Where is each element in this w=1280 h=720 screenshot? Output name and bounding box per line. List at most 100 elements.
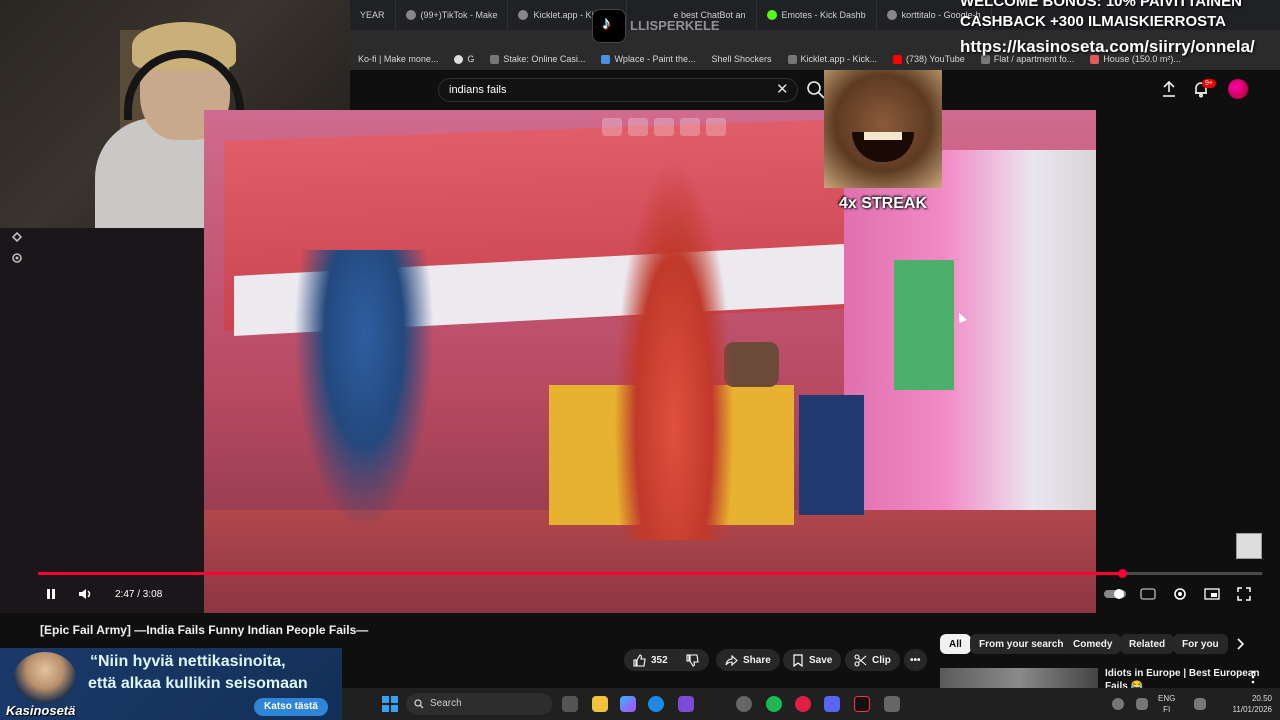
avatar[interactable] (1228, 79, 1248, 99)
bookmark[interactable]: Kicklet.app - Kick... (780, 54, 886, 64)
tab-label: Emotes - Kick Dashb (781, 10, 866, 20)
youtube-icon (893, 54, 903, 64)
share-label: Share (743, 654, 771, 666)
miniplayer-button[interactable] (1204, 585, 1220, 603)
tiktok-icon[interactable] (854, 696, 870, 712)
microphone-icon[interactable] (1112, 698, 1124, 710)
network-icon[interactable] (1194, 698, 1206, 710)
language-code: ENG (1158, 694, 1176, 703)
tiktok-favicon-icon (405, 10, 416, 20)
bookmark-label: Stake: Online Casi... (503, 54, 586, 64)
video-player[interactable] (204, 110, 1096, 613)
copilot-icon[interactable] (620, 696, 636, 712)
browser-tab[interactable]: YEAR (350, 0, 396, 30)
ad-cta-button[interactable]: Katso tästä (254, 698, 328, 716)
opera-icon[interactable] (795, 696, 811, 712)
next-icon[interactable] (654, 118, 674, 136)
laughing-meme-image (824, 70, 942, 188)
chip-comedy[interactable]: Comedy (1064, 634, 1122, 654)
bookmark[interactable]: Stake: Online Casi... (482, 54, 593, 64)
bookmark-label: G (467, 54, 475, 64)
app-icon[interactable] (736, 696, 752, 712)
pause-button[interactable] (44, 585, 58, 603)
promo-line-2: CASHBACK +300 ILMAISKIERROSTA (960, 13, 1227, 30)
taskbar-clock[interactable]: 20.50 11/01/2026 (1222, 693, 1272, 715)
like-button[interactable]: 352 (624, 649, 680, 671)
video-scene-box (799, 395, 864, 515)
progress-fill (38, 572, 1123, 575)
chevron-right-icon (1237, 638, 1244, 650)
recommendation-thumbnail[interactable] (940, 668, 1098, 690)
chip-for-you[interactable]: For you (1173, 634, 1228, 654)
save-label: Save (809, 654, 833, 666)
ad-quote-line-1: “Niin hyviä nettikasinoita, (90, 653, 286, 670)
share-button[interactable]: Share (716, 649, 780, 671)
youtube-header: indians fails ✕ 9+ (350, 70, 1280, 110)
speaker-icon[interactable] (1136, 698, 1148, 710)
bookmark-label: Ko-fi | Make mone... (358, 54, 439, 64)
settings-icon[interactable] (884, 696, 900, 712)
share-icon (725, 654, 738, 666)
taskbar-search[interactable]: Search (406, 693, 552, 715)
meme-teeth (864, 132, 902, 140)
fullscreen-button[interactable] (1237, 585, 1251, 603)
bookmark[interactable]: G (446, 54, 482, 64)
video-scene-panel (894, 260, 954, 390)
kick-favicon-icon (766, 10, 777, 20)
channel-watermark: LLISPERKELE (630, 18, 720, 33)
bookmark[interactable]: Ko-fi | Make mone... (350, 54, 446, 64)
gear-icon[interactable] (10, 251, 24, 265)
search-input[interactable]: indians fails (438, 78, 798, 102)
discord-icon[interactable] (824, 696, 840, 712)
mix-icon[interactable] (680, 118, 700, 136)
video-scene-dancer (614, 160, 734, 540)
browser-tab[interactable]: Emotes - Kick Dashb (757, 0, 877, 30)
keyboard-layout: FI (1163, 705, 1171, 714)
volume-button[interactable] (78, 585, 94, 603)
bookmark[interactable]: Wplace - Paint the... (593, 54, 703, 64)
upload-icon[interactable] (1160, 80, 1178, 98)
scissors-icon (854, 653, 867, 667)
captions-button[interactable] (1140, 585, 1156, 603)
search-icon (414, 699, 424, 709)
shapes-icon[interactable] (10, 230, 24, 244)
app-icon[interactable] (678, 696, 694, 712)
ad-brand: Kasinosetä (6, 703, 76, 718)
bookmark[interactable]: Shell Shockers (703, 54, 779, 64)
theater-icon[interactable] (706, 118, 726, 136)
like-count: 352 (651, 654, 668, 666)
recommendation-title[interactable]: Idiots in Europe | Best European (1105, 668, 1259, 679)
edge-icon[interactable] (648, 696, 664, 712)
clear-search-icon[interactable]: ✕ (776, 80, 789, 98)
dislike-button[interactable] (676, 649, 709, 671)
wplace-icon (601, 54, 611, 64)
miniplayer-icon[interactable] (602, 118, 622, 136)
file-explorer-icon[interactable] (592, 696, 608, 712)
settings-button[interactable] (1172, 585, 1188, 603)
more-actions-button[interactable]: ••• (904, 649, 927, 671)
task-view-icon[interactable] (562, 696, 578, 712)
clip-button[interactable]: Clip (845, 649, 900, 671)
chip-all[interactable]: All (940, 634, 971, 654)
chips-next-button[interactable] (1232, 634, 1248, 654)
kicklet-icon (787, 54, 797, 64)
chip-related[interactable]: Related (1120, 634, 1175, 654)
language-indicator[interactable]: ENG FI (1158, 693, 1175, 715)
windows-start-icon[interactable] (382, 696, 398, 712)
popout-icon[interactable] (628, 118, 648, 136)
screen: YEAR (99+)TikTok - Make Kicklet.app - Ki… (0, 0, 1280, 720)
save-button[interactable]: Save (783, 649, 842, 671)
progress-scrubber[interactable] (1118, 569, 1128, 578)
google-favicon-icon (886, 10, 897, 20)
autoplay-toggle[interactable] (1104, 585, 1126, 603)
spotify-icon[interactable] (766, 696, 782, 712)
progress-bar[interactable] (38, 572, 1262, 575)
browser-tab[interactable]: (99+)TikTok - Make (396, 0, 509, 30)
streak-label: 4x STREAK (838, 195, 928, 212)
search-icon[interactable] (806, 80, 826, 100)
more-vert-icon[interactable] (1250, 670, 1256, 684)
chip-from-your-search[interactable]: From your search (970, 634, 1073, 654)
miniplayer-controls (602, 118, 726, 136)
channel-thumbnail[interactable] (1236, 533, 1262, 559)
gear-icon (1174, 588, 1186, 600)
